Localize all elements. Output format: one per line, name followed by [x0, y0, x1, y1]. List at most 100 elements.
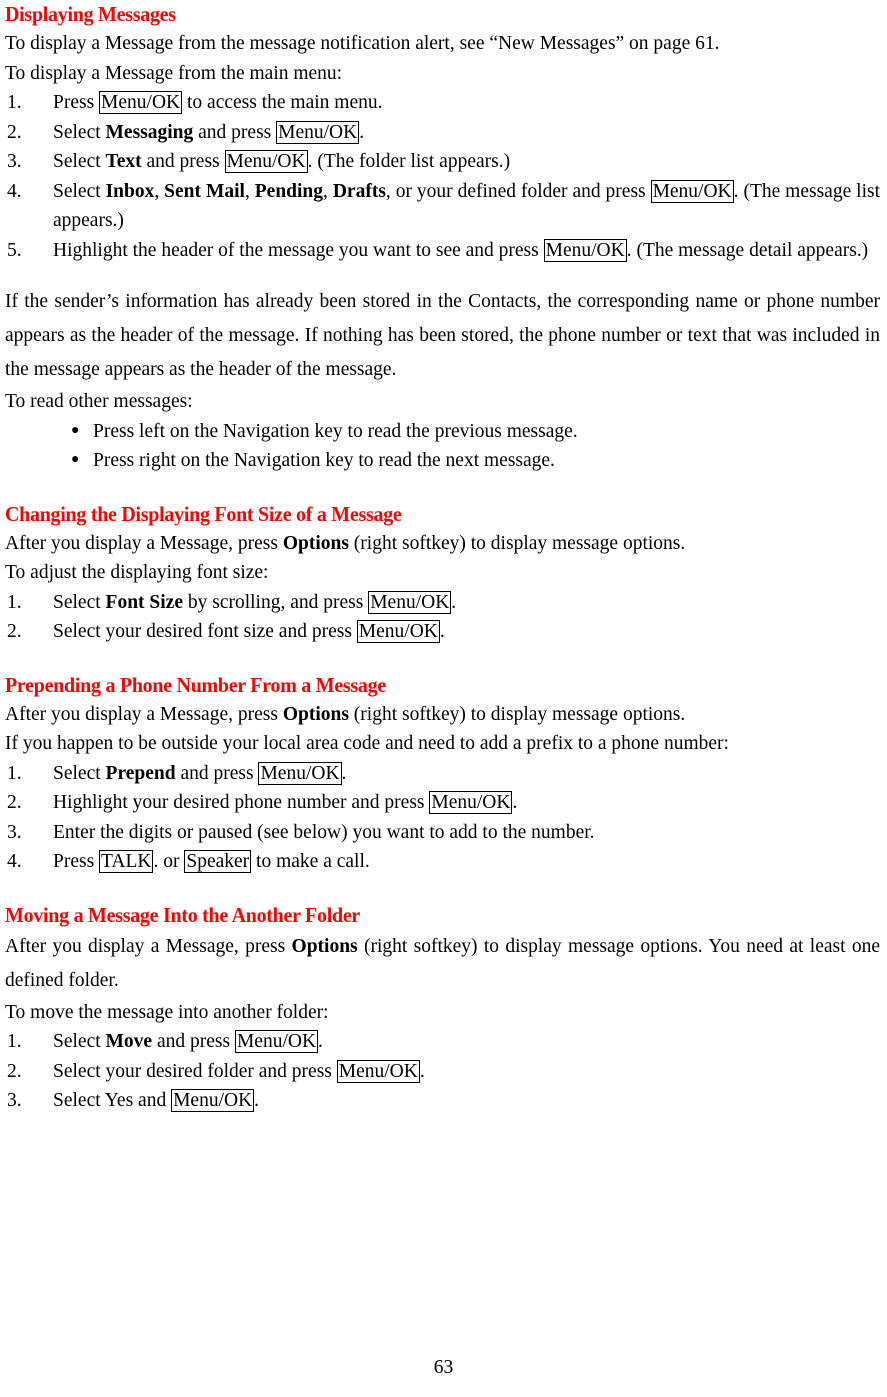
step-number: 1. — [7, 591, 22, 613]
step-item: 4. Select Inbox, Sent Mail, Pending, Draf… — [5, 177, 880, 236]
step-number: 4. — [7, 851, 22, 872]
ui-term: Pending — [254, 180, 324, 202]
step-number: 5. — [7, 239, 22, 261]
step-text: Highlight the header of the message you … — [53, 238, 869, 262]
ui-term: Options — [291, 935, 358, 957]
bullet-list: ● Press left on the Navigation key to rea… — [5, 417, 880, 476]
step-text: Select Move and press Menu/OK. — [53, 1030, 323, 1053]
step-item: 2. Select Messaging and press Menu/OK. — [5, 118, 880, 148]
ui-term: Drafts — [332, 180, 386, 202]
ui-term: Font Size — [105, 591, 183, 613]
step-text: Select your desired font size and press … — [53, 620, 445, 643]
key-chip[interactable]: Menu/OK — [234, 1030, 319, 1053]
list-item: ● Press right on the Navigation key to re… — [5, 446, 880, 476]
ui-term: Text — [105, 151, 142, 172]
step-item: 4. Press TALK. or Speaker to make a call. — [5, 847, 880, 877]
step-number: 1. — [7, 92, 22, 113]
step-text: Press Menu/OK to access the main menu. — [53, 91, 383, 114]
step-number: 2. — [7, 1060, 22, 1082]
section-changing-font-size: Changing the Displaying Font Size of a M… — [5, 502, 880, 647]
ui-term: Sent Mail — [164, 180, 245, 202]
step-text: Enter the digits or paused (see below) y… — [53, 821, 595, 843]
step-list: 1. Press Menu/OK to access the main menu.… — [5, 88, 880, 265]
intro-paragraph-1: To display a Message from the message no… — [5, 33, 720, 54]
step-item: 1. Select Font Size by scrolling, and pre… — [5, 588, 880, 618]
step-text: Select Prepend and press Menu/OK. — [53, 761, 347, 785]
key-chip[interactable]: Menu/OK — [171, 1089, 255, 1112]
step-item: 5. Highlight the header of the message yo… — [5, 236, 880, 266]
key-chip[interactable]: Menu/OK — [543, 238, 627, 262]
step-number: 3. — [7, 821, 22, 843]
list-item: ● Press left on the Navigation key to rea… — [5, 417, 880, 447]
manual-page: Displaying Messages To display a Message… — [0, 0, 887, 1397]
body-paragraph: If the sender’s information has already … — [5, 291, 880, 380]
section-heading: Prepending a Phone Number From a Message — [5, 672, 386, 697]
step-text: Select Text and press Menu/OK. (The fold… — [53, 150, 511, 173]
step-list: 1. Select Move and press Menu/OK. 2. Select… — [5, 1027, 880, 1116]
lead-in-text: To adjust the displaying font size: — [5, 562, 269, 583]
ui-term: Inbox — [105, 180, 155, 202]
step-number: 2. — [7, 621, 22, 642]
section-moving-message: Moving a Message Into the Another Folder… — [5, 903, 880, 1116]
step-number: 1. — [7, 1031, 22, 1052]
key-chip[interactable]: Menu/OK — [276, 120, 360, 144]
key-chip[interactable]: Speaker — [184, 850, 252, 873]
page-number: 63 — [433, 1357, 454, 1378]
ui-term: Messaging — [105, 121, 194, 143]
key-chip[interactable]: Menu/OK — [99, 91, 183, 114]
step-text: Select your desired folder and press Men… — [53, 1059, 425, 1083]
section-displaying-messages: Displaying Messages To display a Message… — [5, 2, 880, 476]
section-heading: Displaying Messages — [5, 2, 176, 26]
step-number: 3. — [7, 151, 22, 172]
step-item: 1. Press Menu/OK to access the main menu. — [5, 88, 880, 118]
step-item: 3. Enter the digits or paused (see below)… — [5, 818, 880, 848]
lead-in-text: To read other messages: — [5, 391, 193, 412]
intro-paragraph: After you display a Message, press Optio… — [5, 935, 880, 991]
step-number: 1. — [7, 762, 22, 784]
step-item: 1. Select Move and press Menu/OK. — [5, 1027, 880, 1057]
step-item: 1. Select Prepend and press Menu/OK. — [5, 759, 880, 789]
key-chip[interactable]: TALK — [99, 850, 154, 873]
step-number: 2. — [7, 121, 22, 143]
step-text: Select Yes and Menu/OK. — [53, 1089, 260, 1112]
ui-term: Prepend — [105, 762, 176, 784]
key-chip[interactable]: Menu/OK — [258, 761, 342, 785]
key-chip[interactable]: Menu/OK — [429, 791, 513, 814]
step-list: 1. Select Prepend and press Menu/OK. 2. Hig… — [5, 759, 880, 877]
bullet-icon: ● — [71, 452, 80, 467]
step-number: 4. — [7, 180, 22, 202]
intro-paragraph: After you display a Message, press Optio… — [5, 703, 686, 725]
step-list: 1. Select Font Size by scrolling, and pre… — [5, 588, 880, 647]
bullet-icon: ● — [71, 422, 80, 438]
key-chip[interactable]: Menu/OK — [224, 150, 308, 173]
list-item-label: Press right on the Navigation key to rea… — [93, 450, 555, 471]
step-number: 3. — [7, 1090, 22, 1111]
step-text: Select Messaging and press Menu/OK. — [53, 120, 365, 144]
lead-in-text: If you happen to be outside your local a… — [5, 733, 729, 754]
intro-paragraph-2: To display a Message from the main menu: — [5, 62, 343, 84]
step-item: 3. Select Text and press Menu/OK. (The fo… — [5, 147, 880, 177]
key-chip[interactable]: Menu/OK — [356, 620, 440, 643]
lead-in-text: To move the message into another folder: — [5, 1001, 329, 1023]
step-item: 3. Select Yes and Menu/OK. — [5, 1086, 880, 1116]
ui-term: Options — [282, 703, 349, 725]
section-prepending-phone-number: Prepending a Phone Number From a Message… — [5, 673, 880, 877]
list-item-label: Press left on the Navigation key to read… — [93, 420, 578, 442]
step-number: 2. — [7, 792, 22, 813]
key-chip[interactable]: Menu/OK — [650, 179, 734, 203]
ui-term: Move — [105, 1031, 153, 1052]
section-heading: Changing the Displaying Font Size of a M… — [5, 501, 402, 526]
key-chip[interactable]: Menu/OK — [336, 1059, 420, 1083]
step-item: 2. Select your desired font size and pres… — [5, 617, 880, 647]
key-chip[interactable]: Menu/OK — [368, 590, 452, 614]
step-text: Highlight your desired phone number and … — [53, 791, 518, 814]
step-text: Select Font Size by scrolling, and press… — [53, 590, 457, 614]
intro-paragraph: After you display a Message, press Optio… — [5, 532, 686, 554]
section-heading: Moving a Message Into the Another Folder — [5, 902, 361, 927]
step-item: 2. Highlight your desired phone number an… — [5, 788, 880, 818]
step-item: 2. Select your desired folder and press M… — [5, 1057, 880, 1087]
